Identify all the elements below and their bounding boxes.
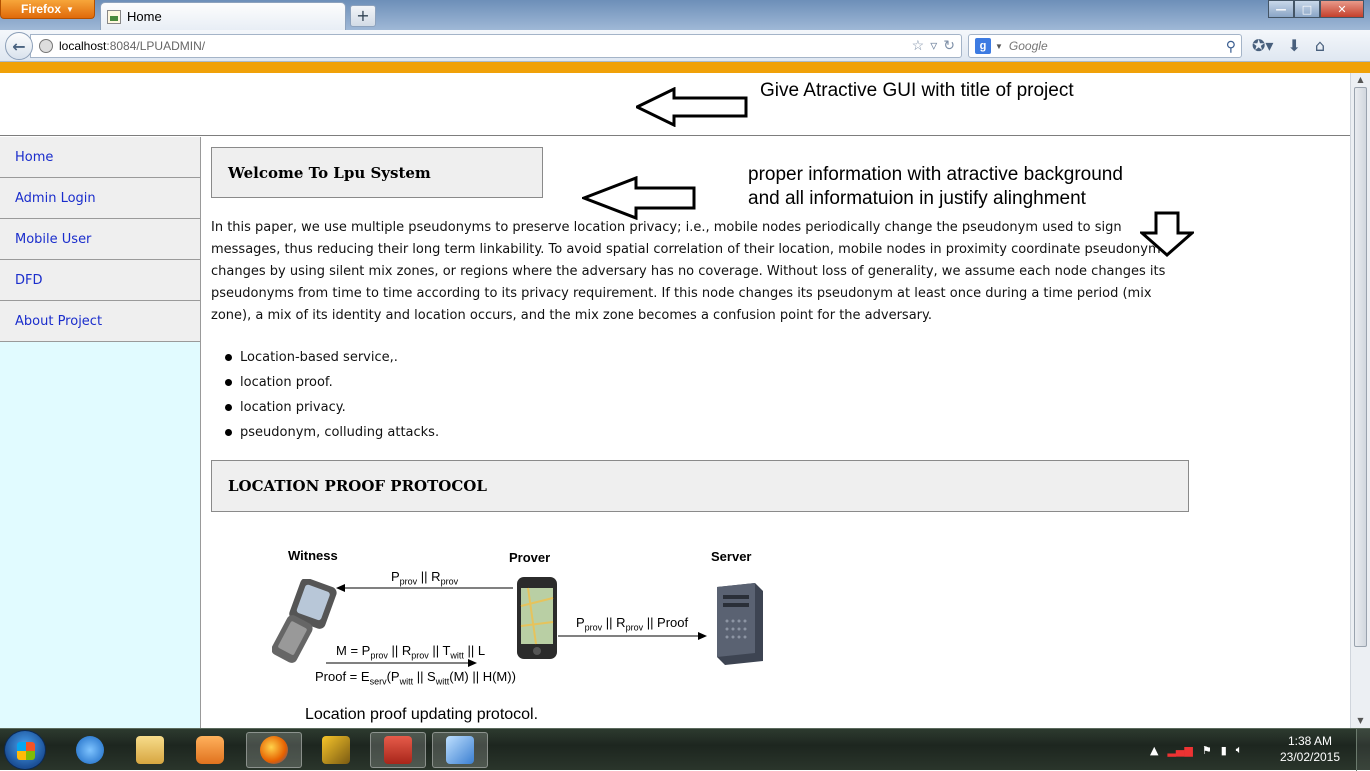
scroll-down-icon[interactable]: ▼ [1351, 714, 1370, 728]
system-tray: ▲ ▂▄▆ ⚑ ▮ 🔈︎ [1150, 729, 1242, 771]
sidebar-item-mobile-user[interactable]: Mobile User [0, 219, 200, 260]
list-item: location proof. [225, 370, 439, 395]
diagram-caption: Location proof updating protocol. [305, 706, 539, 723]
windows-taskbar: ▲ ▂▄▆ ⚑ ▮ 🔈︎ 1:38 AM 23/02/2015 [0, 728, 1370, 771]
sidebar-item-admin-login[interactable]: Admin Login [0, 178, 200, 219]
site-identity-icon[interactable] [39, 39, 53, 53]
address-bar[interactable]: localhost:8084/LPUADMIN/ ☆ ▿ ↻ [30, 34, 962, 58]
search-placeholder: Google [1008, 39, 1048, 53]
page-viewport: Give Atractive GUI with title of project… [0, 73, 1350, 728]
url-host: localhost [59, 39, 107, 53]
new-tab-button[interactable]: + [350, 5, 376, 27]
start-button[interactable] [4, 730, 46, 770]
show-hidden-icons-icon[interactable]: ▲ [1150, 744, 1158, 757]
internet-explorer-icon[interactable] [62, 732, 118, 768]
content-annotation-line2: and all informatuion in justify alinghme… [748, 188, 1086, 209]
show-desktop-button[interactable] [1356, 729, 1370, 771]
list-item: pseudonym, colluding attacks. [225, 420, 439, 445]
bookmark-star-icon[interactable]: ☆ [912, 37, 925, 54]
sidebar-item-label: About Project [15, 313, 103, 329]
reload-icon[interactable]: ↻ [943, 37, 955, 54]
list-item: location privacy. [225, 395, 439, 420]
annotation-arrow-icon [636, 87, 748, 127]
bookmarks-menu-icon[interactable]: ✪▾ [1252, 36, 1273, 55]
media-player-icon[interactable] [182, 732, 238, 768]
virtualbox-icon[interactable] [432, 732, 488, 768]
network-icon[interactable]: ▂▄▆ [1167, 744, 1192, 757]
message-witness-m: M = Pprov || Rprov || Twitt || L [336, 643, 486, 661]
protocol-heading: LOCATION PROOF PROTOCOL [211, 460, 1189, 512]
close-button[interactable]: ✕ [1320, 0, 1364, 18]
welcome-heading-text: Welcome To Lpu System [228, 163, 431, 182]
battery-icon[interactable]: ▮ [1221, 744, 1227, 757]
plus-icon: + [356, 6, 370, 25]
keyword-list: Location-based service,. location proof.… [225, 345, 439, 445]
sidebar-item-label: Admin Login [15, 190, 96, 206]
clock-time: 1:38 AM [1287, 734, 1333, 748]
firefox-menu-button[interactable]: Firefox ▼ [0, 0, 95, 19]
sidebar-item-dfd[interactable]: DFD [0, 260, 200, 301]
intro-paragraph: In this paper, we use multiple pseudonym… [211, 220, 1166, 323]
chevron-down-icon: ▼ [66, 4, 74, 14]
sidebar: Home Admin Login Mobile User DFD About P… [0, 137, 201, 728]
google-icon[interactable]: g [975, 38, 991, 54]
header-annotation: Give Atractive GUI with title of project [760, 80, 1074, 101]
message-witness-proof: Proof = Eserv(Pwitt || Switt(M) || H(M)) [315, 669, 516, 687]
message-prover-to-server: Pprov || Rprov || Proof [576, 615, 689, 633]
protocol-arrows [326, 584, 707, 667]
scrollbar-thumb[interactable] [1354, 87, 1367, 647]
toolbar-icons: ✪▾ ⬇ ⌂ [1252, 36, 1325, 55]
browser-titlebar: Firefox ▼ Home + — □ ✕ [0, 0, 1370, 30]
back-button[interactable]: ← [5, 32, 33, 60]
welcome-heading: Welcome To Lpu System [211, 147, 543, 198]
winamp-icon[interactable] [308, 732, 364, 768]
volume-icon[interactable]: 🔈︎ [1236, 743, 1243, 757]
page-favicon-icon [107, 9, 121, 24]
minimize-button[interactable]: — [1268, 0, 1294, 18]
search-engine-dropdown-icon[interactable]: ▼ [995, 42, 1003, 51]
downloads-icon[interactable]: ⬇ [1287, 36, 1300, 55]
accent-bar [0, 62, 1370, 73]
message-prover-to-witness: Pprov || Rprov [391, 569, 459, 587]
scroll-up-icon[interactable]: ▲ [1351, 73, 1370, 87]
sidebar-item-label: Mobile User [15, 231, 92, 247]
sidebar-item-about-project[interactable]: About Project [0, 301, 200, 342]
sidebar-item-home[interactable]: Home [0, 137, 200, 178]
content-annotation-line1: proper information with atractive backgr… [748, 164, 1123, 185]
window-controls: — □ ✕ [1268, 0, 1364, 18]
clock-date: 23/02/2015 [1279, 750, 1341, 764]
url-path: :8084/LPUADMIN/ [106, 39, 206, 53]
location-proof-diagram: Witness Prover Server Pprov || Rprov Ppr… [270, 543, 770, 728]
maximize-button[interactable]: □ [1294, 0, 1320, 18]
list-item: Location-based service,. [225, 345, 439, 370]
protocol-heading-text: LOCATION PROOF PROTOCOL [228, 477, 487, 495]
app-red-icon[interactable] [370, 732, 426, 768]
search-bar[interactable]: g ▼ Google ⚲ [968, 34, 1242, 58]
firefox-taskbar-icon[interactable] [246, 732, 302, 768]
sidebar-item-label: DFD [15, 272, 43, 288]
sidebar-item-label: Home [15, 149, 54, 165]
annotation-arrow-icon [582, 176, 696, 220]
tab-title: Home [127, 9, 162, 24]
file-explorer-icon[interactable] [122, 732, 178, 768]
page-header: Give Atractive GUI with title of project [0, 73, 1350, 136]
back-arrow-icon: ← [12, 36, 26, 56]
vertical-scrollbar[interactable]: ▲ ▼ [1350, 73, 1370, 728]
navigation-toolbar: localhost:8084/LPUADMIN/ ☆ ▿ ↻ ← g ▼ Goo… [0, 30, 1370, 62]
tab-home[interactable]: Home [100, 2, 346, 30]
search-icon[interactable]: ⚲ [1226, 38, 1236, 55]
home-icon[interactable]: ⌂ [1315, 36, 1325, 55]
history-dropdown-icon[interactable]: ▿ [930, 37, 937, 54]
firefox-menu-label: Firefox [21, 2, 62, 16]
down-arrow-icon [1140, 211, 1194, 257]
action-center-icon[interactable]: ⚑ [1202, 744, 1212, 757]
url-actions: ☆ ▿ ↻ [912, 37, 955, 54]
taskbar-clock[interactable]: 1:38 AM 23/02/2015 [1272, 733, 1348, 765]
